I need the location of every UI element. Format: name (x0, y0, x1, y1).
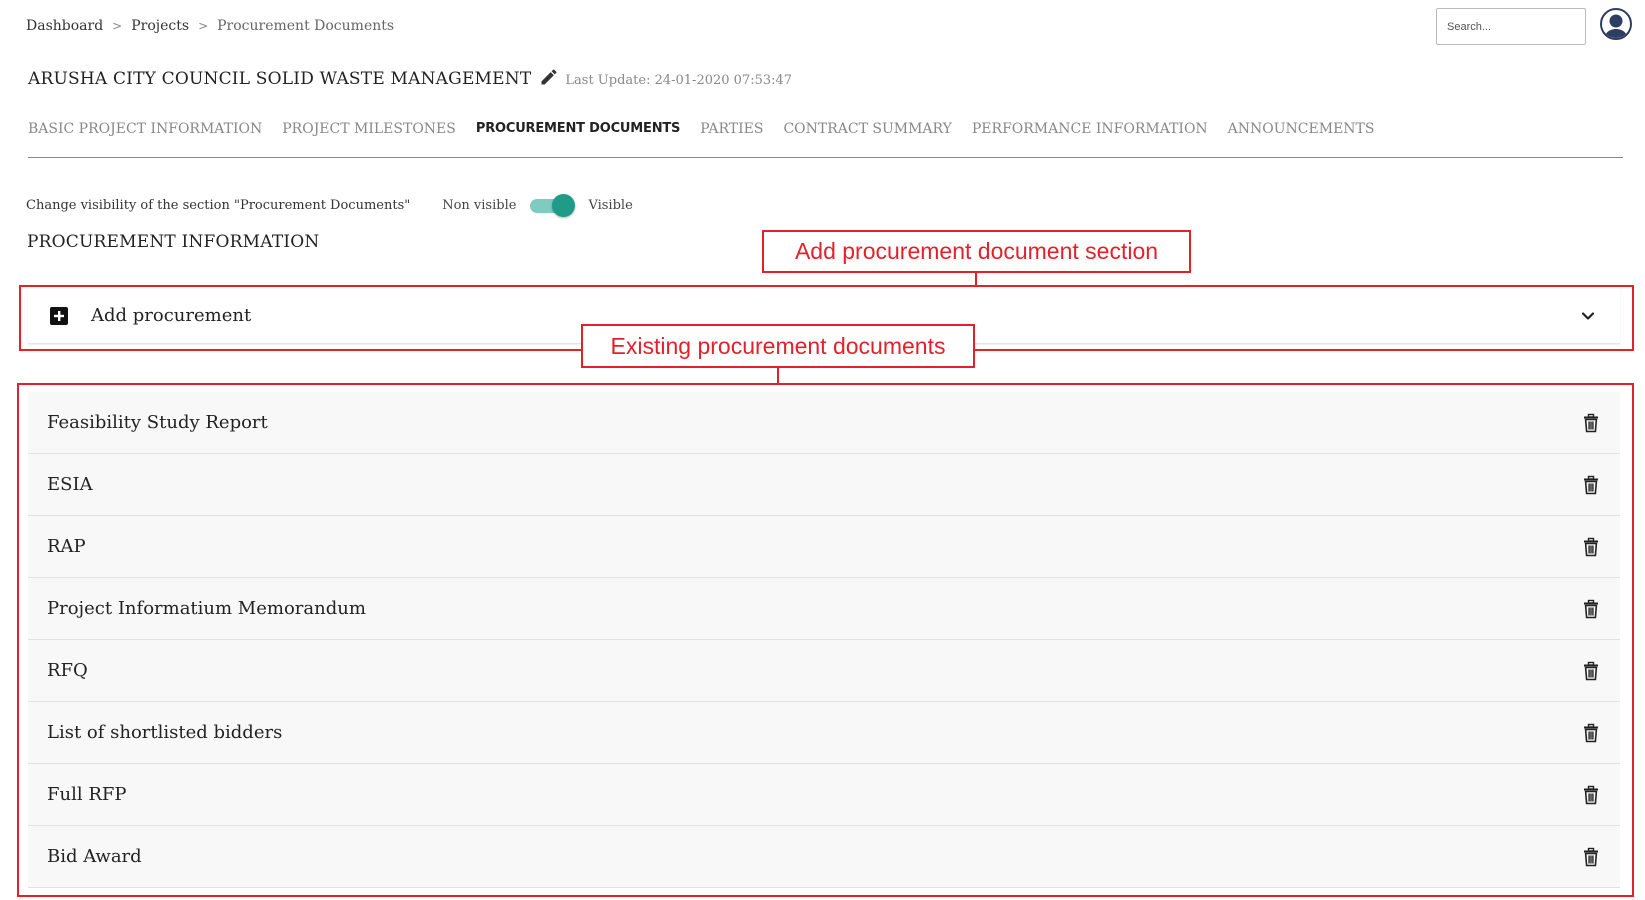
breadcrumb-separator: > (198, 19, 209, 33)
tab-contract-summary[interactable]: CONTRACT SUMMARY (783, 121, 951, 157)
annotation-label-add-section: Add procurement document section (762, 230, 1191, 273)
title-row: ARUSHA CITY COUNCIL SOLID WASTE MANAGEME… (28, 64, 792, 89)
tab-project-milestones[interactable]: PROJECT MILESTONES (282, 121, 456, 157)
breadcrumb-projects[interactable]: Projects (131, 18, 189, 34)
section-heading: PROCUREMENT INFORMATION (27, 232, 320, 252)
annotation-connector-existing-docs (777, 366, 779, 384)
user-avatar-icon[interactable] (1600, 8, 1632, 40)
tab-basic-project-information[interactable]: BASIC PROJECT INFORMATION (28, 121, 262, 157)
toggle-knob (552, 194, 576, 217)
last-update-text: Last Update: 24-01-2020 07:53:47 (565, 73, 793, 88)
tab-announcements[interactable]: ANNOUNCEMENTS (1228, 121, 1375, 157)
annotation-connector-add-section (975, 271, 977, 286)
visibility-row: Change visibility of the section "Procur… (26, 192, 633, 218)
breadcrumb-dashboard[interactable]: Dashboard (26, 18, 103, 34)
tab-parties[interactable]: PARTIES (700, 121, 763, 157)
pencil-edit-icon[interactable] (539, 67, 559, 87)
breadcrumb-current: Procurement Documents (217, 18, 395, 34)
search-input[interactable] (1436, 8, 1586, 45)
tab-bar: BASIC PROJECT INFORMATION PROJECT MILEST… (28, 121, 1623, 158)
breadcrumb-separator: > (112, 19, 123, 33)
annotation-label-existing-docs: Existing procurement documents (581, 324, 975, 368)
visible-label: Visible (588, 197, 633, 213)
project-title: ARUSHA CITY COUNCIL SOLID WASTE MANAGEME… (28, 69, 532, 89)
visibility-toggle[interactable] (528, 192, 576, 218)
tab-performance-information[interactable]: PERFORMANCE INFORMATION (972, 121, 1208, 157)
visibility-label: Change visibility of the section "Procur… (26, 197, 411, 213)
annotation-box-existing-docs (17, 383, 1634, 897)
tab-procurement-documents[interactable]: PROCUREMENT DOCUMENTS (476, 121, 681, 157)
breadcrumb: Dashboard > Projects > Procurement Docum… (26, 18, 394, 34)
non-visible-label: Non visible (442, 197, 517, 213)
